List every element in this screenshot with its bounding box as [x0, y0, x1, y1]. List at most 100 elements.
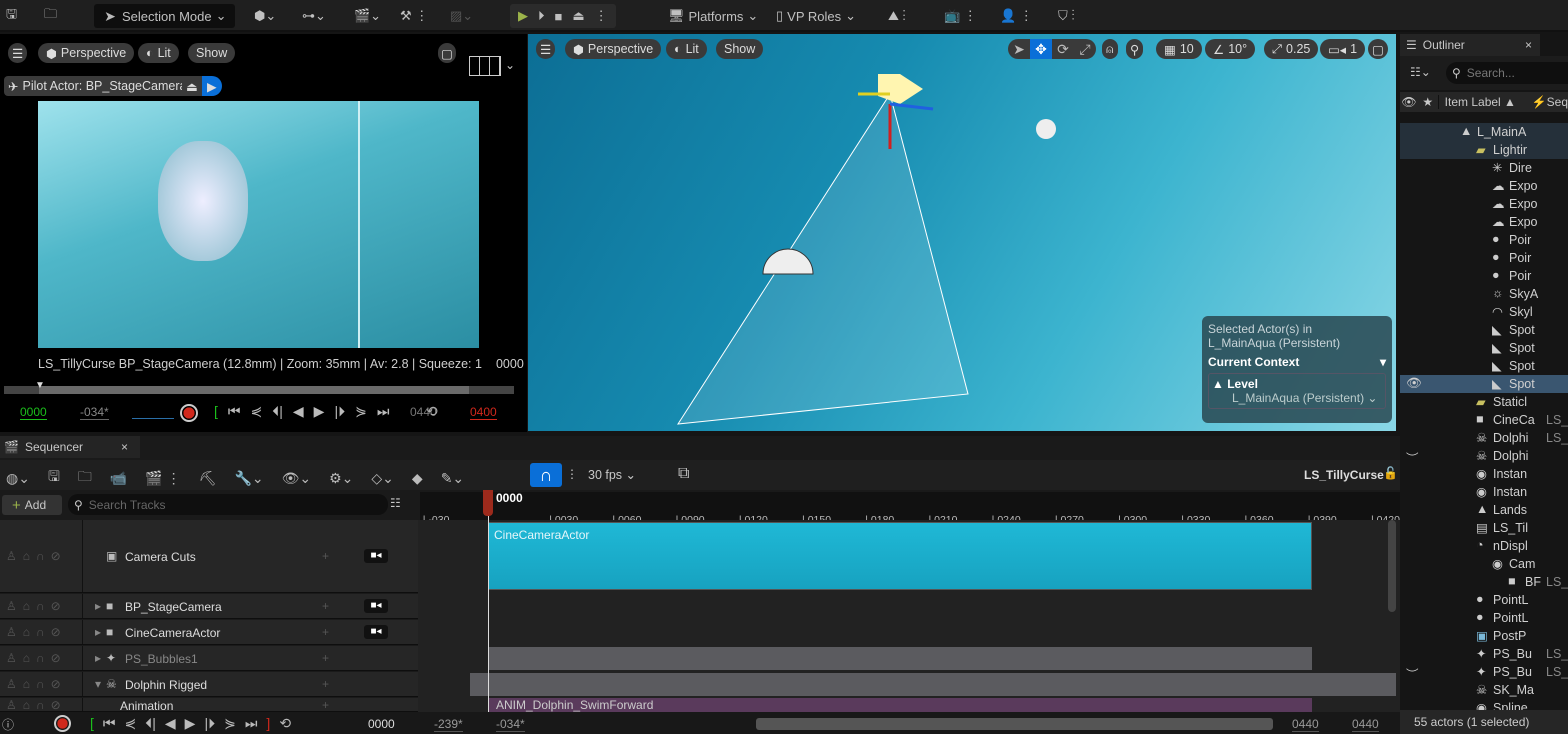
close-icon[interactable]: ×: [1525, 38, 1532, 52]
hierarchy-icon[interactable]: ⛏: [199, 470, 217, 487]
point-light-icon[interactable]: [1036, 119, 1056, 139]
view-start-field[interactable]: -239*: [434, 717, 463, 732]
outliner-row[interactable]: ☁ Expo: [1400, 195, 1568, 213]
camera-lock-icon[interactable]: ■◂: [364, 548, 388, 563]
find-icon[interactable]: 🗀: [78, 466, 92, 490]
outliner-row[interactable]: ☁ Expo: [1400, 177, 1568, 195]
outliner-row[interactable]: ◉ Instan: [1400, 483, 1568, 501]
livelink-icon[interactable]: ⛰ ⋮: [888, 4, 906, 28]
visibility-column-icon[interactable]: 👁: [1400, 95, 1418, 109]
outliner-row[interactable]: ☠ SK_Ma: [1400, 681, 1568, 699]
outliner-row[interactable]: ◣ Spot: [1400, 321, 1568, 339]
step-forward-icon[interactable]: |⏵: [204, 715, 215, 732]
outliner-row[interactable]: ︶ ✦ PS_Bu LS_: [1400, 663, 1568, 681]
add-key-icon[interactable]: +: [322, 549, 329, 563]
more-icon[interactable]: ⋮: [595, 8, 608, 24]
outliner-row[interactable]: ● Poir: [1400, 249, 1568, 267]
jump-end-icon[interactable]: ⏭: [377, 403, 390, 420]
viewport-menu-button[interactable]: ☰: [8, 43, 28, 63]
outliner-row[interactable]: ✦ PS_Bu LS_: [1400, 645, 1568, 663]
pin-column-icon[interactable]: ★: [1418, 95, 1438, 109]
media-icon[interactable]: 📺 ⋮: [944, 4, 977, 28]
edit-icon[interactable]: ✎⌄: [441, 470, 464, 487]
build-icon[interactable]: ▨⌄: [450, 4, 473, 28]
render-icon[interactable]: 🎬 ⋮: [145, 470, 180, 487]
outliner-row[interactable]: ■ BF LS_: [1400, 573, 1568, 591]
playhead-handle[interactable]: [483, 490, 493, 516]
filter-icon[interactable]: ☷⌄: [1410, 65, 1431, 79]
expand-icon[interactable]: ▸: [95, 599, 101, 613]
curve-editor-icon[interactable]: ⧉: [678, 465, 689, 483]
mark-out-icon[interactable]: ]: [266, 715, 270, 732]
jump-start-icon[interactable]: ⏮: [228, 403, 241, 420]
mini-timeline-bar[interactable]: [4, 386, 514, 394]
vp-roles-dropdown[interactable]: ▯ VP Roles ⌄: [776, 4, 856, 28]
track-row[interactable]: ♙⌂∩⊘ ▣ Camera Cuts + ■◂: [0, 520, 418, 593]
mark-in-icon[interactable]: [: [90, 715, 94, 732]
outliner-row[interactable]: ■ CineCa LS_: [1400, 411, 1568, 429]
camera-view-button[interactable]: ▶: [202, 76, 222, 96]
outliner-row[interactable]: ◣ Spot: [1400, 357, 1568, 375]
outliner-row[interactable]: ● Poir: [1400, 267, 1568, 285]
play-icon[interactable]: ▶: [185, 715, 196, 732]
dolphin-section[interactable]: [470, 673, 1396, 696]
working-start-field[interactable]: -034*: [496, 717, 525, 732]
snap-magnet-button[interactable]: ∩: [530, 463, 562, 487]
advance-icon[interactable]: ⏵: [538, 8, 545, 24]
pilot-actor-label[interactable]: ✈ Pilot Actor: BP_StageCamera: [4, 76, 191, 96]
content-browser-icon[interactable]: 🗀: [44, 4, 57, 28]
layout-grid-icon[interactable]: [469, 56, 501, 76]
outliner-tab[interactable]: ☰ Outliner ×: [1400, 34, 1540, 56]
prev-key-icon[interactable]: ⋞: [251, 403, 263, 420]
info-icon[interactable]: ⓘ: [2, 716, 14, 733]
step-back-icon[interactable]: ⏴|: [145, 715, 156, 732]
record-button[interactable]: [180, 404, 198, 422]
save-icon[interactable]: 🖫: [48, 466, 60, 490]
outliner-row[interactable]: ● PointL: [1400, 609, 1568, 627]
level-selector[interactable]: ▲ Level L_MainAqua (Persistent) ⌄: [1208, 373, 1386, 409]
add-key-icon[interactable]: +: [322, 625, 329, 639]
next-key-icon[interactable]: ⋟: [224, 715, 236, 732]
loop-icon[interactable]: ⟲: [279, 715, 291, 732]
cinematics-icon[interactable]: 🎬⌄: [354, 4, 381, 28]
ndisplay-icon[interactable]: ⛉ ⋮: [1058, 4, 1075, 28]
jump-start-icon[interactable]: ⏮: [103, 715, 116, 732]
eject-icon[interactable]: ⏏: [572, 8, 584, 24]
play-reverse-icon[interactable]: ◀: [165, 715, 176, 732]
modes-icon[interactable]: ⚒ ⋮: [400, 4, 428, 28]
maximize-button[interactable]: ▢: [438, 43, 456, 63]
track-toggles[interactable]: ♙⌂∩⊘: [6, 625, 67, 639]
particle-section[interactable]: [488, 647, 1312, 670]
add-key-icon[interactable]: +: [322, 698, 329, 712]
track-toggles[interactable]: ♙⌂∩⊘: [6, 677, 67, 691]
view-end-field[interactable]: 0440: [1352, 717, 1379, 732]
current-frame-field[interactable]: 0000: [368, 717, 395, 731]
step-forward-icon[interactable]: |⏵: [334, 403, 345, 420]
sequence-column[interactable]: Seq: [1547, 95, 1568, 109]
hidden-eye-icon[interactable]: ︶: [1406, 664, 1419, 681]
save-icon[interactable]: 🖫: [6, 4, 17, 28]
outliner-row[interactable]: ◉ Cam: [1400, 555, 1568, 573]
mini-playhead[interactable]: ▼: [35, 380, 45, 391]
outliner-row[interactable]: ︶ ☠ Dolphi: [1400, 447, 1568, 465]
outliner-row[interactable]: ▲ Lands: [1400, 501, 1568, 519]
outliner-row[interactable]: ● Poir: [1400, 231, 1568, 249]
perspective-button[interactable]: ⬢ Perspective: [38, 43, 135, 63]
outliner-row[interactable]: ◔ nDispl: [1400, 537, 1568, 555]
track-toggles[interactable]: ♙⌂∩⊘: [6, 651, 67, 665]
lock-icon[interactable]: 🔓: [1383, 466, 1398, 480]
working-end-field[interactable]: 0440: [1292, 717, 1319, 732]
end-frame-field[interactable]: 0400: [470, 405, 497, 420]
fps-dropdown[interactable]: 30 fps ⌄: [588, 467, 636, 482]
outliner-row[interactable]: ✳ Dire: [1400, 159, 1568, 177]
expand-icon[interactable]: ▸: [95, 651, 101, 665]
outliner-row[interactable]: ◠ Skyl: [1400, 303, 1568, 321]
close-icon[interactable]: ×: [121, 440, 128, 454]
sequencer-tab[interactable]: 🎬 Sequencer ×: [0, 436, 140, 458]
add-track-button[interactable]: + Add: [2, 495, 62, 515]
mark-in-icon[interactable]: [: [214, 403, 218, 420]
current-context-header[interactable]: Current Context ▾: [1208, 355, 1386, 369]
outliner-row[interactable]: ◉ Instan: [1400, 465, 1568, 483]
outliner-row[interactable]: ◣ Spot: [1400, 339, 1568, 357]
eye-icon[interactable]: 👁: [1406, 376, 1422, 391]
